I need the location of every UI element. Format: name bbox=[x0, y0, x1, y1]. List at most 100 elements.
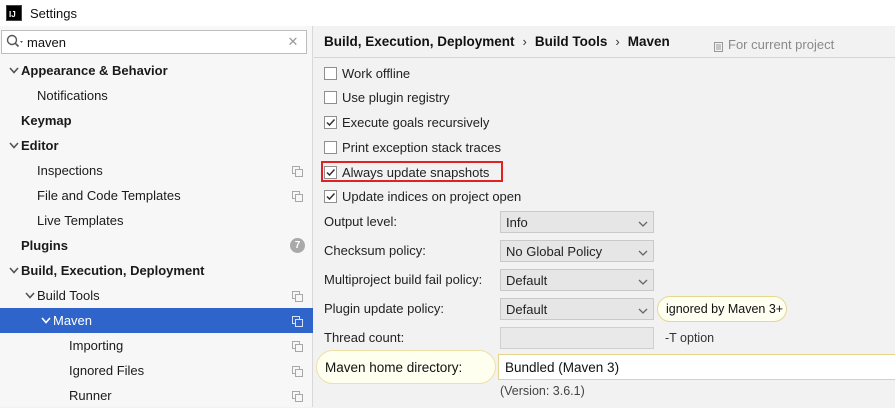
checkbox-unchecked-icon[interactable] bbox=[324, 90, 337, 104]
checkbox-label: Use plugin registry bbox=[342, 89, 450, 105]
sidebar-item-label: Runner bbox=[69, 388, 112, 403]
output-level-value: Info bbox=[506, 214, 528, 230]
sidebar-item-appearance-behavior[interactable]: Appearance & Behavior bbox=[0, 58, 313, 83]
checkbox-checked-icon[interactable] bbox=[324, 115, 337, 129]
settings-sidebar: ✕ Appearance & Behavior Notifications Keym… bbox=[0, 26, 313, 407]
thread-count-input[interactable] bbox=[500, 327, 654, 349]
sidebar-item-file-and-code-templates[interactable]: File and Code Templates bbox=[0, 183, 313, 208]
checkbox-checked-icon[interactable] bbox=[324, 189, 337, 203]
project-level-settings-icon bbox=[292, 290, 303, 302]
sidebar-item-editor[interactable]: Editor bbox=[0, 133, 313, 158]
multiproject-fail-policy-select[interactable]: Default bbox=[500, 269, 654, 291]
sidebar-item-inspections[interactable]: Inspections bbox=[0, 158, 313, 183]
output-level-label: Output level: bbox=[324, 214, 397, 229]
project-level-settings-icon bbox=[292, 315, 303, 327]
sidebar-item-importing[interactable]: Importing bbox=[0, 333, 313, 358]
checksum-policy-value: No Global Policy bbox=[506, 243, 603, 259]
search-icon[interactable] bbox=[5, 32, 27, 52]
maven-home-directory-combo[interactable]: Bundled (Maven 3) bbox=[498, 354, 895, 380]
checkbox-update-indices-on-project-open[interactable]: Update indices on project open bbox=[324, 186, 521, 206]
clear-search-icon[interactable]: ✕ bbox=[284, 34, 302, 50]
sidebar-item-live-templates[interactable]: Live Templates bbox=[0, 208, 313, 233]
checkbox-label: Update indices on project open bbox=[342, 188, 522, 204]
sidebar-item-label: Appearance & Behavior bbox=[21, 63, 168, 78]
scope-indicator: For current project bbox=[714, 37, 834, 52]
project-level-settings-icon bbox=[292, 365, 303, 377]
maven-settings-panel: Build, Execution, Deployment › Build Too… bbox=[314, 26, 895, 407]
sidebar-item-label: Notifications bbox=[37, 88, 108, 103]
breadcrumb-item-maven: Maven bbox=[627, 34, 670, 49]
chevron-down-icon[interactable] bbox=[8, 64, 20, 76]
chevron-down-icon bbox=[638, 246, 648, 256]
breadcrumb-item-build-tools: Build Tools bbox=[534, 34, 608, 49]
checksum-policy-label: Checksum policy: bbox=[324, 243, 426, 258]
sidebar-item-build-execution-deployment[interactable]: Build, Execution, Deployment bbox=[0, 258, 313, 283]
plugin-update-policy-value: Default bbox=[506, 301, 548, 317]
checkbox-label: Execute goals recursively bbox=[342, 114, 490, 130]
chevron-down-icon bbox=[638, 275, 648, 285]
project-level-settings-icon bbox=[292, 190, 303, 202]
highlight-always-update-snapshots bbox=[321, 161, 503, 182]
settings-tree: Appearance & Behavior Notifications Keymap… bbox=[0, 58, 313, 408]
checkbox-label: Print exception stack traces bbox=[342, 139, 501, 155]
plugins-count-badge: 7 bbox=[290, 238, 305, 253]
project-level-settings-icon bbox=[292, 340, 303, 352]
title-bar: IJ Settings bbox=[0, 0, 895, 26]
checkbox-unchecked-icon[interactable] bbox=[324, 140, 337, 154]
breadcrumb-separator: › bbox=[522, 34, 527, 49]
sidebar-item-label: Build, Execution, Deployment bbox=[21, 263, 205, 278]
maven-home-directory-label-text: Maven home directory: bbox=[325, 359, 463, 375]
plugin-update-policy-note: ignored by Maven 3+ bbox=[657, 296, 787, 322]
sidebar-item-ignored-files[interactable]: Ignored Files bbox=[0, 358, 313, 383]
output-level-select[interactable]: Info bbox=[500, 211, 654, 233]
sidebar-item-label: Maven bbox=[53, 313, 93, 328]
checksum-policy-select[interactable]: No Global Policy bbox=[500, 240, 654, 262]
maven-version-text: (Version: 3.6.1) bbox=[500, 384, 585, 398]
plugin-update-policy-label: Plugin update policy: bbox=[324, 301, 444, 316]
checkbox-work-offline[interactable]: Work offline bbox=[324, 63, 410, 83]
sidebar-item-label: Editor bbox=[21, 138, 59, 153]
chevron-down-icon bbox=[638, 304, 648, 314]
checkbox-unchecked-icon[interactable] bbox=[324, 66, 337, 80]
thread-count-label: Thread count: bbox=[324, 330, 405, 345]
breadcrumb-separator: › bbox=[615, 34, 620, 49]
sidebar-item-keymap[interactable]: Keymap bbox=[0, 108, 313, 133]
chevron-down-icon[interactable] bbox=[8, 139, 20, 151]
chevron-down-icon[interactable] bbox=[8, 264, 20, 276]
intellij-app-icon: IJ bbox=[6, 5, 22, 21]
sidebar-item-label: File and Code Templates bbox=[37, 188, 181, 203]
sidebar-item-label: Importing bbox=[69, 338, 124, 353]
sidebar-item-label: Live Templates bbox=[37, 213, 124, 228]
chevron-down-icon[interactable] bbox=[40, 314, 52, 326]
multiproject-fail-policy-label: Multiproject build fail policy: bbox=[324, 272, 483, 287]
chevron-down-icon bbox=[638, 217, 648, 227]
sidebar-item-label: Plugins bbox=[21, 238, 68, 253]
search-input[interactable] bbox=[27, 32, 284, 52]
app-icon-text: IJ bbox=[9, 10, 16, 19]
sidebar-item-notifications[interactable]: Notifications bbox=[0, 83, 313, 108]
thread-count-hint: -T option bbox=[665, 331, 715, 345]
breadcrumb-item-build-execution-deployment: Build, Execution, Deployment bbox=[324, 34, 515, 49]
scope-label: For current project bbox=[728, 37, 835, 52]
checkbox-print-exception-stack-traces[interactable]: Print exception stack traces bbox=[324, 137, 501, 157]
project-level-settings-icon bbox=[292, 165, 303, 177]
sidebar-item-label: Inspections bbox=[37, 163, 103, 178]
sidebar-item-label: Build Tools bbox=[37, 288, 100, 303]
window-title: Settings bbox=[30, 5, 77, 21]
checkbox-label: Work offline bbox=[342, 65, 411, 81]
maven-home-directory-label: Maven home directory: bbox=[316, 350, 496, 384]
chevron-down-icon[interactable] bbox=[24, 289, 36, 301]
settings-search-box[interactable]: ✕ bbox=[1, 30, 307, 54]
sidebar-item-label: Keymap bbox=[21, 113, 72, 128]
sidebar-item-plugins[interactable]: Plugins 7 bbox=[0, 233, 313, 258]
sidebar-item-build-tools[interactable]: Build Tools bbox=[0, 283, 313, 308]
project-scope-icon bbox=[714, 40, 723, 52]
maven-home-directory-value: Bundled (Maven 3) bbox=[505, 359, 620, 375]
checkbox-use-plugin-registry[interactable]: Use plugin registry bbox=[324, 87, 450, 107]
checkbox-execute-goals-recursively[interactable]: Execute goals recursively bbox=[324, 112, 489, 132]
multiproject-fail-policy-value: Default bbox=[506, 272, 548, 288]
sidebar-item-runner[interactable]: Runner bbox=[0, 383, 313, 408]
plugin-update-policy-select[interactable]: Default bbox=[500, 298, 654, 320]
project-level-settings-icon bbox=[292, 390, 303, 402]
sidebar-item-maven[interactable]: Maven bbox=[0, 308, 313, 333]
